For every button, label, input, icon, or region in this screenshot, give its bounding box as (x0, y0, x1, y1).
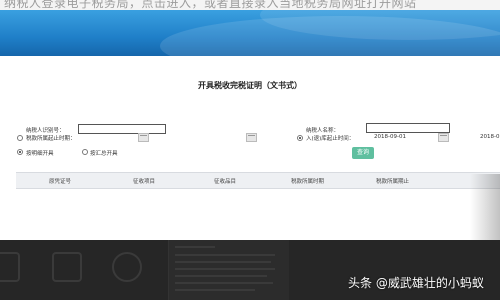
shortcut-icon (0, 252, 20, 282)
taxpayer-id-label: 纳税人识别号： (26, 128, 65, 134)
watermark: 头条 @威武雄壮的小蚂蚁 (348, 276, 484, 290)
faded-text-line (175, 254, 275, 256)
page-title: 开具税收完税证明（文书式） (198, 81, 302, 90)
column-header: 税款所属时期 (291, 179, 325, 185)
faded-text-line (175, 289, 255, 291)
faded-text-line (175, 261, 271, 263)
shortcut-icon (52, 252, 82, 282)
top-caption-strip: 纳税人登录电子税务局，点击进入，或者直接录入当地税务局网址打开网站 (0, 0, 500, 10)
calendar-icon[interactable] (246, 133, 257, 142)
by-detail-label: 按明细开具 (26, 151, 54, 157)
calendar-icon[interactable] (438, 133, 449, 142)
faded-notice-panel (168, 240, 289, 300)
collection-time-radio[interactable] (297, 135, 303, 141)
result-table-header: 原凭证号 征收项目 征收品目 税款所属时期 税款所属期止 (16, 172, 500, 189)
taxpayer-name-input[interactable] (366, 123, 450, 133)
by-summary-radio[interactable] (82, 149, 88, 155)
taxpayer-id-input[interactable] (78, 124, 166, 134)
faded-text-line (175, 268, 275, 270)
column-header: 原凭证号 (49, 179, 72, 185)
collection-time-label: 入(退)库起止时间： (306, 136, 355, 142)
top-caption: 纳税人登录电子税务局，点击进入，或者直接录入当地税务局网址打开网站 (4, 0, 417, 10)
date-start-value[interactable]: 2018-09-01 (374, 134, 406, 140)
by-summary-label: 按汇总开具 (90, 151, 118, 157)
column-header: 税款所属期止 (376, 179, 410, 185)
bottom-shortcut-icons (0, 250, 160, 290)
column-header: 征收品目 (214, 179, 237, 185)
site-banner (0, 10, 500, 56)
by-detail-radio[interactable] (17, 149, 23, 155)
taxpayer-name-label: 纳税人名称： (306, 128, 340, 134)
tax-period-radio[interactable] (17, 135, 23, 141)
faded-text-line (175, 282, 273, 284)
form-card: 开具税收完税证明（文书式） 纳税人识别号： 税款所属起止时期： 按明细开具 按汇… (0, 56, 500, 240)
calendar-icon[interactable] (138, 133, 149, 142)
date-end-value[interactable]: 2018-0 (480, 134, 499, 140)
faded-text-line (175, 246, 215, 248)
side-shadow (470, 174, 500, 240)
column-header: 征收项目 (133, 179, 156, 185)
user-icon (112, 252, 142, 282)
query-button[interactable]: 查询 (352, 147, 374, 159)
faded-text-line (175, 275, 267, 277)
tax-period-label: 税款所属起止时期： (26, 136, 76, 142)
